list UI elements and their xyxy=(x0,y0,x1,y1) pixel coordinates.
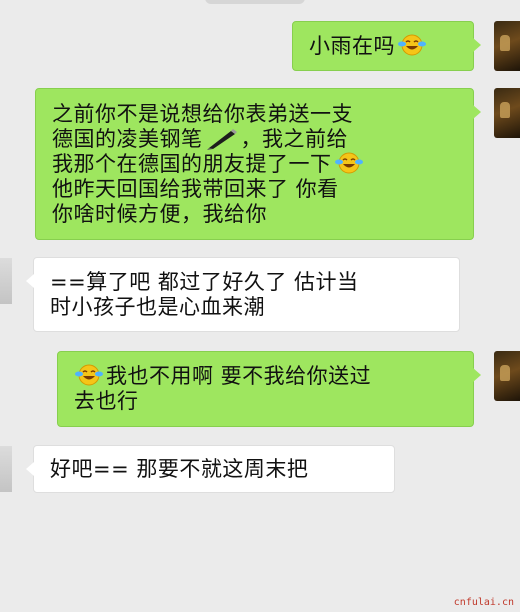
my-avatar[interactable] xyxy=(494,88,520,138)
message-text: 小雨在吗 xyxy=(309,34,457,59)
message-bubble-received[interactable]: ==算了吧 都过了好久了 估计当 时小孩子也是心血来潮 xyxy=(26,257,460,332)
contact-avatar[interactable] xyxy=(0,446,12,492)
watermark: cnfulai.cn xyxy=(453,597,514,608)
message-bubble-sent[interactable]: 我也不用啊 要不我给你送过 去也行 xyxy=(57,351,481,427)
laughing-crying-emoji-icon xyxy=(398,34,426,56)
message-bubble-sent[interactable]: 之前你不是说想给你表弟送一支 德国的凌美钢笔 ，我之前给 我那个在德国的朋友提了一… xyxy=(35,88,481,240)
pen-emoji-icon xyxy=(206,129,237,150)
top-divider xyxy=(205,0,305,4)
laughing-crying-emoji-icon xyxy=(75,364,103,386)
message-bubble-sent[interactable]: 小雨在吗 xyxy=(292,21,481,71)
laughing-crying-emoji-icon xyxy=(334,152,363,174)
my-avatar[interactable] xyxy=(494,351,520,401)
message-bubble-received[interactable]: 好吧== 那要不就这周末把 xyxy=(26,445,395,493)
contact-avatar[interactable] xyxy=(0,258,12,304)
my-avatar[interactable] xyxy=(494,21,520,71)
